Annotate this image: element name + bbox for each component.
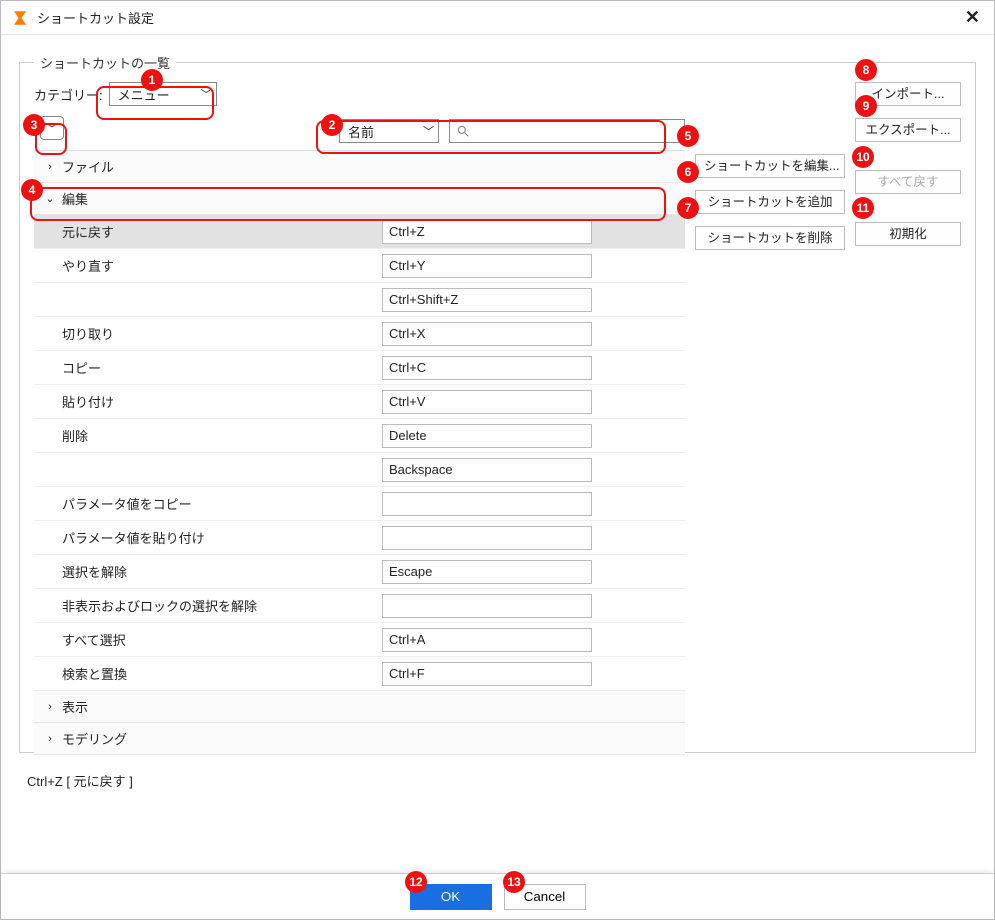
shortcut-row[interactable]: パラメータ値をコピー [34,487,685,521]
shortcut-key-field[interactable] [382,594,592,618]
shortcut-key-field[interactable]: Ctrl+Y [382,254,592,278]
shortcut-row[interactable]: 切り取りCtrl+X [34,317,685,351]
shortcut-settings-window: ショートカット設定 ✕ ショートカットの一覧 カテゴリー: メニュー ﹀ [0,0,995,920]
category-value: メニュー [118,85,170,104]
shortcut-row[interactable]: Ctrl+Shift+Z [34,283,685,317]
ok-button[interactable]: OK [410,884,492,910]
search-icon [456,124,470,138]
shortcut-row[interactable]: Backspace [34,453,685,487]
shortcut-name: 貼り付け [34,392,382,411]
shortcut-key-field[interactable]: Ctrl+F [382,662,592,686]
shortcut-row[interactable]: 貼り付けCtrl+V [34,385,685,419]
search-input[interactable] [449,119,685,143]
group-label: ファイル [62,157,114,176]
tree-group[interactable]: › ファイル [34,151,685,183]
shortcut-name: 選択を解除 [34,562,382,581]
add-shortcut-button[interactable]: ショートカットを追加 [695,190,845,214]
shortcut-key-field[interactable]: Ctrl+X [382,322,592,346]
shortcut-row[interactable]: 元に戻すCtrl+Z [34,215,685,249]
shortcut-key-field[interactable]: Ctrl+Shift+Z [382,288,592,312]
window-title: ショートカット設定 [37,8,961,27]
chevron-down-icon: ﹀ [423,123,434,139]
shortcut-row[interactable]: 検索と置換Ctrl+F [34,657,685,691]
tree-group[interactable]: › モデリング [34,723,685,755]
search-mode-dropdown[interactable]: 名前 ﹀ [339,119,439,143]
tree-group[interactable]: › 表示 [34,691,685,723]
shortcut-name: コピー [34,358,382,377]
category-label: カテゴリー: [34,85,103,104]
shortcut-name: パラメータ値を貼り付け [34,528,382,547]
chevron-right-icon: › [44,733,56,745]
shortcut-row[interactable]: コピーCtrl+C [34,351,685,385]
initialize-button[interactable]: 初期化 [855,222,961,246]
shortcut-row[interactable]: パラメータ値を貼り付け [34,521,685,555]
titlebar: ショートカット設定 ✕ [1,1,994,35]
reset-all-button[interactable]: すべて戻す [855,170,961,194]
shortcut-key-field[interactable] [382,526,592,550]
chevron-down-icon: ﹀ [201,86,212,102]
close-icon[interactable]: ✕ [961,7,984,28]
app-icon [11,9,29,27]
shortcut-name: 非表示およびロックの選択を解除 [34,596,382,615]
export-button[interactable]: エクスポート... [855,118,961,142]
shortcut-key-field[interactable]: Backspace [382,458,592,482]
chevron-down-icon: ⌄ [44,192,56,205]
shortcut-row[interactable]: 選択を解除Escape [34,555,685,589]
chevron-right-icon: › [44,701,56,713]
import-button[interactable]: インポート... [855,82,961,106]
edit-shortcut-button[interactable]: ショートカットを編集... [695,154,845,178]
shortcut-key-field[interactable]: Ctrl+C [382,356,592,380]
shortcut-key-field[interactable]: Ctrl+A [382,628,592,652]
shortcut-name: すべて選択 [34,630,382,649]
category-dropdown[interactable]: メニュー ﹀ [109,82,217,106]
shortcut-tree[interactable]: ›ファイル⌄編集元に戻すCtrl+Zやり直すCtrl+YCtrl+Shift+Z… [34,150,685,755]
shortcut-row[interactable]: すべて選択Ctrl+A [34,623,685,657]
tree-group[interactable]: ⌄ 編集 [34,183,685,215]
shortcut-key-field[interactable]: Delete [382,424,592,448]
shortcut-name: パラメータ値をコピー [34,494,382,513]
shortcut-name: 切り取り [34,324,382,343]
shortcut-key-field[interactable] [382,492,592,516]
chevron-right-icon: › [44,161,56,173]
shortcut-list-group: ショートカットの一覧 カテゴリー: メニュー ﹀ ﹀ [19,53,976,753]
shortcut-key-field[interactable]: Escape [382,560,592,584]
delete-shortcut-button[interactable]: ショートカットを削除 [695,226,845,250]
collapse-all-button[interactable]: ﹀ [40,116,64,140]
shortcut-row[interactable]: 削除Delete [34,419,685,453]
shortcut-key-field[interactable]: Ctrl+Z [382,220,592,244]
shortcut-name: 検索と置換 [34,664,382,683]
shortcut-key-field[interactable]: Ctrl+V [382,390,592,414]
dialog-footer: OK Cancel [1,873,994,919]
shortcut-name: 削除 [34,426,382,445]
cancel-button[interactable]: Cancel [504,884,586,910]
shortcut-name: やり直す [34,256,382,275]
group-legend: ショートカットの一覧 [34,53,176,72]
chevron-down-icon: ﹀ [46,120,58,137]
group-label: 編集 [62,189,88,208]
shortcut-row[interactable]: 非表示およびロックの選択を解除 [34,589,685,623]
search-mode-value: 名前 [348,122,374,141]
group-label: モデリング [62,729,127,748]
shortcut-name: 元に戻す [34,222,382,241]
group-label: 表示 [62,697,88,716]
shortcut-row[interactable]: やり直すCtrl+Y [34,249,685,283]
